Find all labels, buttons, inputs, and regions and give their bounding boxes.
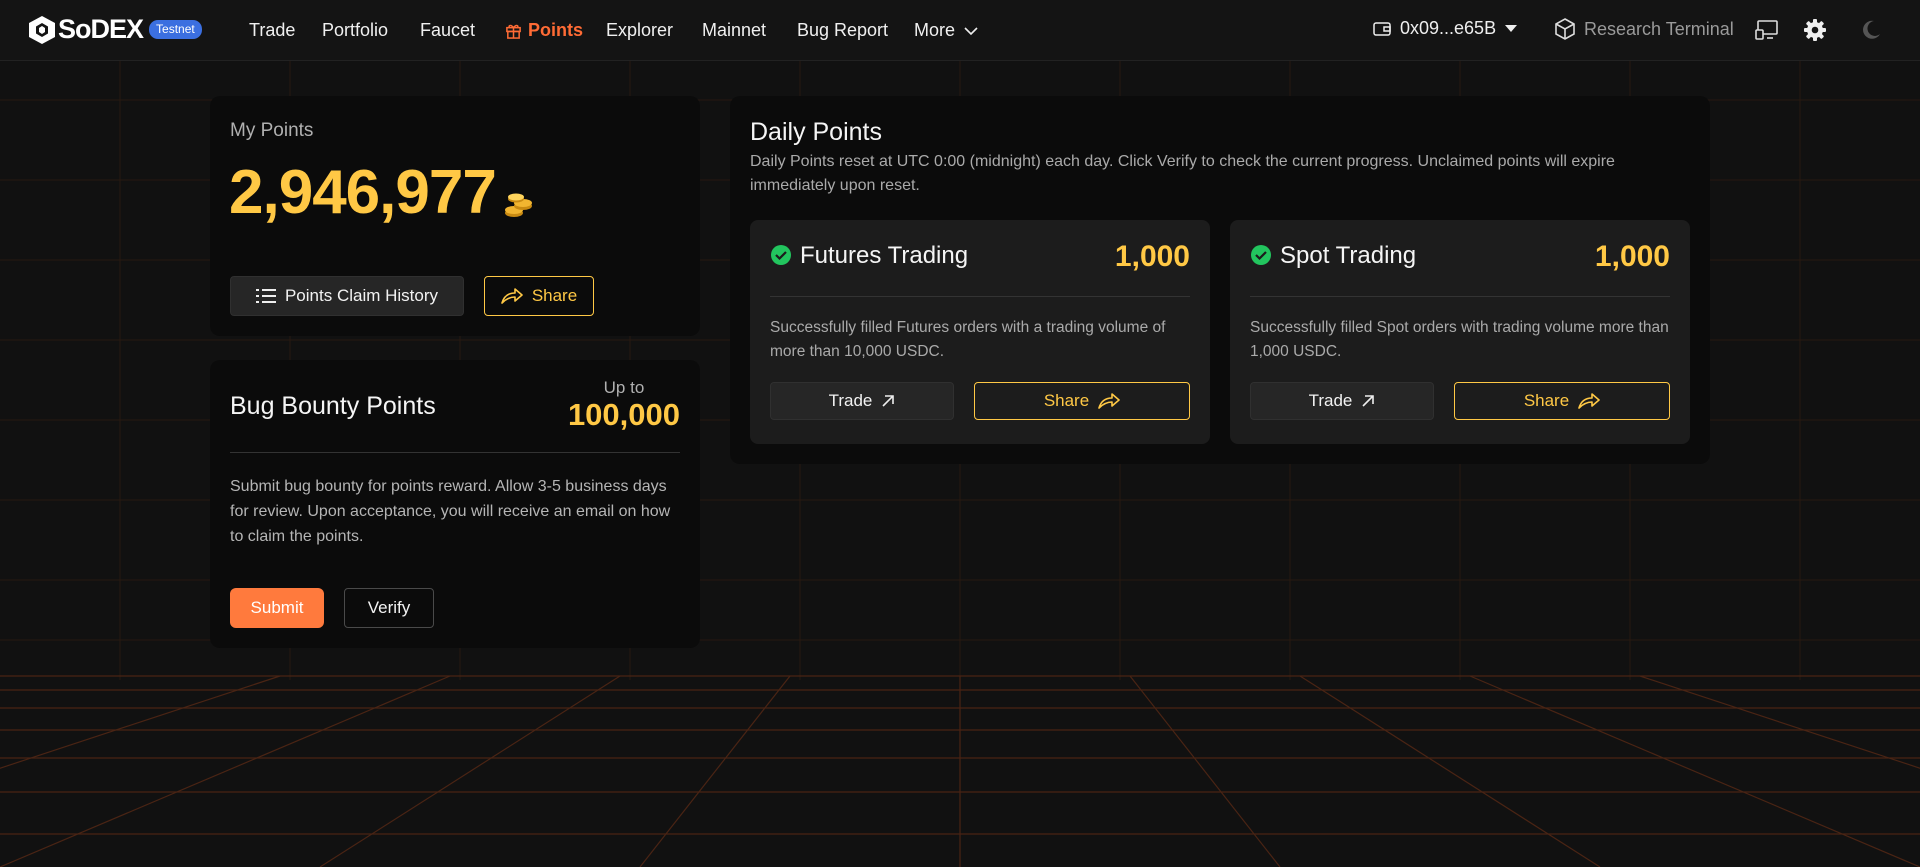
task-card-futures: Futures Trading 1,000 Successfully fille… <box>750 220 1210 444</box>
wallet-icon <box>1373 21 1391 36</box>
arrow-up-right-icon <box>1362 395 1375 407</box>
moon-icon <box>1863 20 1880 39</box>
task-trade-label: Trade <box>828 391 873 410</box>
research-terminal-link[interactable]: Research Terminal <box>1555 18 1734 40</box>
points-claim-history-button[interactable]: Points Claim History <box>230 276 464 316</box>
logo-text: SoDEX <box>58 14 144 44</box>
arrow-up-right-icon <box>882 395 895 407</box>
task-share-label: Share <box>1523 391 1570 410</box>
task-share-button[interactable]: Share <box>974 382 1190 420</box>
daily-points-description: Daily Points reset at UTC 0:00 (midnight… <box>750 153 1615 194</box>
task-description: Successfully filled Futures orders with … <box>770 319 1166 360</box>
bug-bounty-divider <box>230 452 680 453</box>
task-divider <box>770 296 1190 297</box>
task-title: Spot Trading <box>1280 242 1417 269</box>
testnet-badge: Testnet <box>149 20 202 39</box>
bug-bounty-card: Bug Bounty Points Up to 100,000 Submit b… <box>210 360 700 648</box>
my-points-card: My Points 2,946,977 Points Claim History… <box>210 96 700 336</box>
coins-icon <box>505 193 532 217</box>
research-terminal-label: Research Terminal <box>1584 18 1734 39</box>
nav-more[interactable]: More <box>914 20 978 41</box>
task-trade-label: Trade <box>1308 391 1353 410</box>
top-nav: SoDEX Testnet Trade Portfolio Faucet Poi… <box>0 0 1920 61</box>
daily-points-card: Daily Points Daily Points reset at UTC 0… <box>730 96 1710 464</box>
task-share-label: Share <box>1043 391 1090 410</box>
logo[interactable]: SoDEX Testnet <box>28 14 202 45</box>
gear-icon <box>1804 19 1826 41</box>
screen-cast-button[interactable] <box>1754 17 1780 43</box>
points-claim-history-label: Points Claim History <box>284 286 439 305</box>
task-description: Successfully filled Spot orders with tra… <box>1250 319 1669 360</box>
task-share-button[interactable]: Share <box>1454 382 1670 420</box>
task-title: Futures Trading <box>800 242 969 269</box>
task-trade-button[interactable]: Trade <box>1250 382 1434 420</box>
share-arrow-icon <box>1098 393 1120 409</box>
my-points-share-label: Share <box>531 286 578 305</box>
nav-more-label: More <box>914 20 956 40</box>
submit-button[interactable]: Submit <box>230 588 324 628</box>
nav-mainnet[interactable]: Mainnet <box>702 20 766 41</box>
check-circle-icon <box>771 245 791 265</box>
nav-points[interactable]: Points <box>505 20 583 41</box>
wallet-address: 0x09...e65B <box>1400 18 1497 38</box>
check-circle-icon <box>1251 245 1271 265</box>
nav-explorer[interactable]: Explorer <box>606 20 673 41</box>
bug-bounty-title: Bug Bounty Points <box>230 392 436 420</box>
chevron-down-icon <box>964 26 978 35</box>
my-points-label: My Points <box>230 120 314 141</box>
list-icon <box>255 289 276 303</box>
wallet-selector[interactable]: 0x09...e65B <box>1373 18 1518 39</box>
bug-bounty-amount: 100,000 <box>567 397 680 432</box>
cube-icon <box>1555 18 1575 40</box>
verify-button[interactable]: Verify <box>344 588 434 628</box>
theme-toggle-button[interactable] <box>1858 17 1884 43</box>
gift-icon <box>506 24 521 39</box>
task-points: 1,000 <box>1594 240 1670 273</box>
my-points-share-button[interactable]: Share <box>484 276 594 316</box>
nav-points-label: Points <box>528 20 584 40</box>
nav-faucet[interactable]: Faucet <box>420 20 475 41</box>
nav-portfolio[interactable]: Portfolio <box>322 20 388 41</box>
task-points: 1,000 <box>1114 240 1190 273</box>
bug-bounty-description: Submit bug bounty for points reward. All… <box>230 478 671 545</box>
share-arrow-icon <box>501 288 523 304</box>
caret-down-icon <box>1505 24 1518 32</box>
screen-cast-icon <box>1755 20 1778 40</box>
task-divider <box>1250 296 1670 297</box>
daily-points-title: Daily Points <box>750 118 882 146</box>
sodex-logo-icon <box>29 15 55 44</box>
nav-bug-report[interactable]: Bug Report <box>797 20 888 41</box>
bug-bounty-reward: Up to 100,000 <box>568 378 680 432</box>
nav-trade[interactable]: Trade <box>249 20 295 41</box>
share-arrow-icon <box>1578 393 1600 409</box>
bug-bounty-up-to: Up to <box>603 378 645 397</box>
task-trade-button[interactable]: Trade <box>770 382 954 420</box>
settings-button[interactable] <box>1802 17 1828 43</box>
my-points-value: 2,946,977 <box>229 158 497 227</box>
task-card-spot: Spot Trading 1,000 Successfully filled S… <box>1230 220 1690 444</box>
